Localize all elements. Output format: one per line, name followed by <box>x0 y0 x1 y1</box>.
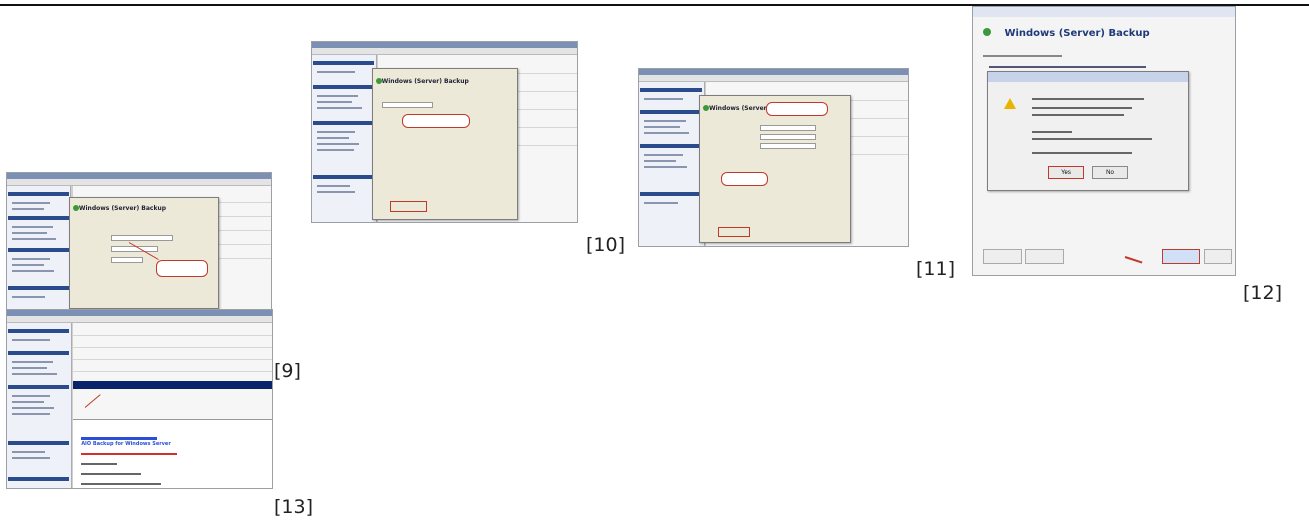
screenshot-thumbnail-9: Windows (Server) Backup <box>6 172 272 310</box>
yes-button[interactable]: Yes <box>1048 166 1084 180</box>
main-pane: AIO Backup for Windows Server <box>73 323 272 488</box>
figure-caption-11: [11] <box>916 258 956 280</box>
figure-caption-12: [12] <box>1243 282 1283 304</box>
warning-icon <box>1004 97 1016 109</box>
backup-dialog: Windows (Server) Backup <box>699 95 851 243</box>
figure-caption-9: [9] <box>274 360 301 382</box>
confirm-dialog: Yes No <box>987 71 1189 191</box>
screenshot-thumbnail-13: AIO Backup for Windows Server <box>6 309 273 489</box>
screenshot-thumbnail-11: Windows (Server) Backup <box>638 68 909 247</box>
info-title: AIO Backup for Windows Server <box>81 441 171 447</box>
sidebar <box>7 323 72 488</box>
finish-button-highlight <box>1161 248 1201 265</box>
annotation-arrow <box>1124 256 1143 264</box>
no-button[interactable]: No <box>1092 166 1128 180</box>
next-button-highlight <box>390 201 427 212</box>
menu-bar <box>7 316 272 323</box>
figure-caption-13: [13] <box>274 496 314 518</box>
backup-icon <box>983 28 992 37</box>
annotation-callout <box>401 114 471 128</box>
sidebar <box>639 82 705 246</box>
selected-row <box>73 381 272 389</box>
backup-dialog: Windows (Server) Backup <box>372 68 518 220</box>
sidebar <box>7 186 72 309</box>
annotation-callout <box>155 259 209 277</box>
sidebar <box>312 55 377 222</box>
annotation-arrow <box>84 394 101 408</box>
info-title-line <box>81 437 157 440</box>
annotation-callout <box>766 101 828 116</box>
menu-bar <box>7 179 271 186</box>
menu-bar <box>312 48 577 55</box>
menu-bar <box>639 75 908 82</box>
backup-dialog: Windows (Server) Backup <box>69 197 219 309</box>
dialog-title: Windows (Server) Backup <box>1004 28 1150 40</box>
next-button-highlight <box>718 227 750 237</box>
figure-caption-10: [10] <box>586 234 626 256</box>
screenshot-thumbnail-10: Windows (Server) Backup <box>311 41 578 223</box>
screenshot-thumbnail-12: Windows (Server) Backup Yes No <box>972 6 1236 276</box>
annotation-callout <box>721 171 768 186</box>
dialog-title: Windows (Server) Backup <box>381 78 469 85</box>
dialog-title: Windows (Server) Backup <box>78 204 167 212</box>
